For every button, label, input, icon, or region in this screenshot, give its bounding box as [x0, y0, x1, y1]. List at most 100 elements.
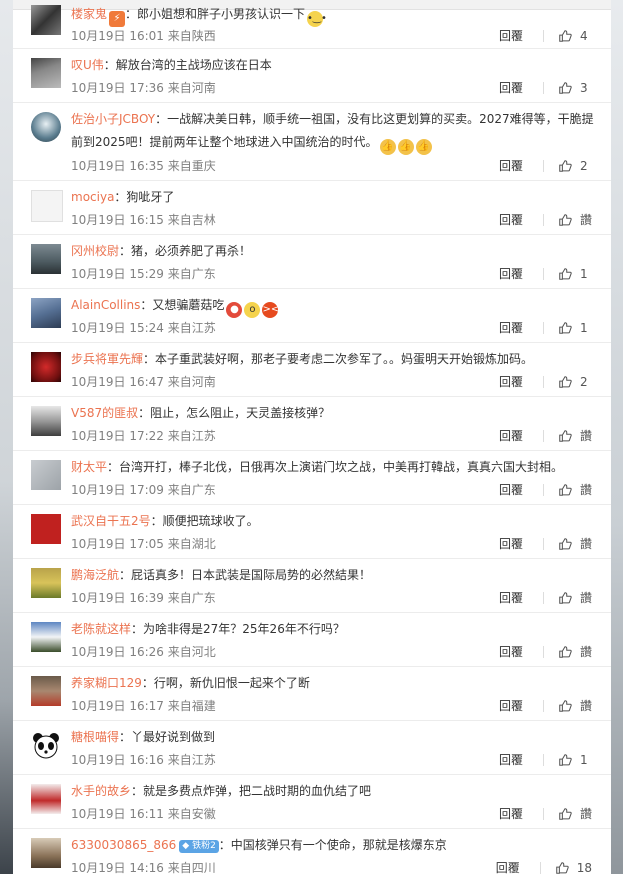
avatar[interactable]	[31, 406, 61, 436]
face-emoji-icon: •‿•	[307, 11, 327, 27]
divider	[542, 537, 544, 550]
comment-text: ：又想骗蘑菇吃	[140, 298, 225, 312]
reply-button[interactable]: 回覆	[499, 643, 523, 660]
avatar[interactable]	[31, 112, 61, 142]
avatar[interactable]	[31, 838, 61, 868]
avatar[interactable]	[31, 244, 61, 274]
reply-button[interactable]: 回覆	[499, 751, 523, 768]
avatar[interactable]	[31, 352, 61, 382]
avatar[interactable]	[31, 298, 61, 328]
like-thumb-icon[interactable]	[558, 429, 572, 443]
username[interactable]: V587的匪叔	[71, 406, 138, 420]
like-thumb-icon[interactable]	[558, 591, 572, 605]
username[interactable]: 财太平	[71, 460, 107, 474]
like-thumb-icon[interactable]	[558, 29, 572, 43]
username[interactable]: AlainCollins	[71, 298, 140, 312]
avatar[interactable]	[31, 568, 61, 598]
divider	[539, 861, 541, 874]
divider	[542, 429, 544, 442]
reply-button[interactable]: 回覆	[499, 805, 523, 822]
avatar[interactable]	[31, 622, 61, 652]
avatar[interactable]	[31, 784, 61, 814]
comment-item: 养家糊口129：行啊，新仇旧恨一起来个了断 10月19日 16:17 来自福建 …	[13, 667, 611, 721]
like-thumb-icon[interactable]	[558, 267, 572, 281]
username[interactable]: 步兵将軍先輝	[71, 352, 143, 366]
panda-icon	[33, 733, 59, 759]
comment-meta: 10月19日 16:35 来自重庆	[71, 159, 216, 173]
like-thumb-icon[interactable]	[558, 81, 572, 95]
like-thumb-icon[interactable]	[558, 483, 572, 497]
shocked-face-emoji-icon: o	[244, 302, 261, 318]
comment-item: V587的匪叔：阻止，怎么阻止，天灵盖接核弹？ 10月19日 17:22 来自江…	[13, 397, 611, 451]
comment-item: 鹏海泛航：屁话真多！日本武装是国际局势的必然結果！ 10月19日 16:39 来…	[13, 559, 611, 613]
reply-button[interactable]: 回覆	[499, 373, 523, 390]
like-thumb-icon[interactable]	[558, 699, 572, 713]
like-label: 讚	[579, 807, 592, 821]
divider	[542, 699, 544, 712]
reply-button[interactable]: 回覆	[499, 481, 523, 498]
comment-meta: 10月19日 14:16 来自四川	[71, 861, 216, 874]
reply-button[interactable]: 回覆	[499, 319, 523, 336]
reply-button[interactable]: 回覆	[499, 535, 523, 552]
like-thumb-icon[interactable]	[558, 321, 572, 335]
username[interactable]: 糖根喵得	[71, 730, 119, 744]
divider	[542, 807, 544, 820]
like-thumb-icon[interactable]	[555, 861, 569, 874]
reply-button[interactable]: 回覆	[499, 589, 523, 606]
username[interactable]: 冈州校尉	[71, 244, 119, 258]
lightning-emoji-icon: ⚡	[109, 11, 126, 27]
like-count: 2	[580, 374, 588, 389]
username[interactable]: 养家糊口129	[71, 676, 142, 690]
mushroom-emoji-icon: ●	[226, 302, 243, 318]
username[interactable]: 鹏海泛航	[71, 568, 119, 582]
username[interactable]: 叹U伟	[71, 58, 104, 72]
avatar[interactable]	[31, 5, 61, 35]
reply-button[interactable]: 回覆	[499, 427, 523, 444]
username[interactable]: 楼家鬼	[71, 7, 107, 21]
username[interactable]: 6330030865_866	[71, 838, 176, 852]
username[interactable]: 武汉自干五2号	[71, 514, 151, 528]
comment-item: 冈州校尉：猪，必须养肥了再杀！ 10月19日 15:29 来自广东 回覆 1	[13, 235, 611, 289]
reply-button[interactable]: 回覆	[499, 697, 523, 714]
background-right	[611, 0, 623, 874]
like-count: 4	[580, 28, 588, 43]
reply-button[interactable]: 回覆	[499, 27, 523, 44]
comment-meta: 10月19日 17:22 来自江苏	[71, 429, 216, 443]
username[interactable]: 佐治小子JCBOY	[71, 112, 155, 126]
reply-button[interactable]: 回覆	[499, 79, 523, 96]
comment-text: ：为啥非得是27年？25年26年不行吗？	[131, 622, 345, 636]
like-thumb-icon[interactable]	[558, 645, 572, 659]
comment-text: ：郎小姐想和胖子小男孩认识一下	[125, 7, 306, 21]
like-count: 1	[580, 266, 588, 281]
reply-button[interactable]: 回覆	[499, 157, 523, 174]
avatar[interactable]	[31, 190, 63, 222]
reply-button[interactable]: 回覆	[499, 211, 523, 228]
reply-button[interactable]: 回覆	[496, 859, 520, 874]
thumbs-up-emoji-icon: 👍	[415, 139, 432, 155]
like-thumb-icon[interactable]	[558, 753, 572, 767]
username[interactable]: mociya	[71, 190, 114, 204]
comment-meta: 10月19日 16:01 来自陕西	[71, 29, 216, 43]
avatar[interactable]	[31, 676, 61, 706]
divider	[542, 213, 544, 226]
like-thumb-icon[interactable]	[558, 537, 572, 551]
comment-text: ：就是多费点炸弹，把二战时期的血仇结了吧	[131, 784, 372, 798]
avatar[interactable]	[31, 460, 61, 490]
avatar[interactable]	[31, 514, 61, 544]
like-thumb-icon[interactable]	[558, 159, 572, 173]
like-thumb-icon[interactable]	[558, 807, 572, 821]
username[interactable]: 水手的故乡	[71, 784, 131, 798]
fan-level-badge[interactable]: ◆ 铁粉2	[179, 840, 219, 853]
thumbs-up-emoji-icon: 👍	[379, 139, 396, 155]
divider	[543, 159, 544, 172]
like-count: 3	[580, 80, 588, 95]
reply-button[interactable]: 回覆	[499, 265, 523, 282]
like-thumb-icon[interactable]	[558, 375, 572, 389]
avatar[interactable]	[31, 730, 61, 760]
username[interactable]: 老陈就这样	[71, 622, 131, 636]
like-thumb-icon[interactable]	[558, 213, 572, 227]
divider	[542, 591, 544, 604]
avatar[interactable]	[31, 58, 61, 88]
comment-item: 糖根喵得：丫最好说到做到 10月19日 16:16 来自江苏 回覆 1	[13, 721, 611, 775]
comment-meta: 10月19日 16:17 来自福建	[71, 699, 216, 713]
